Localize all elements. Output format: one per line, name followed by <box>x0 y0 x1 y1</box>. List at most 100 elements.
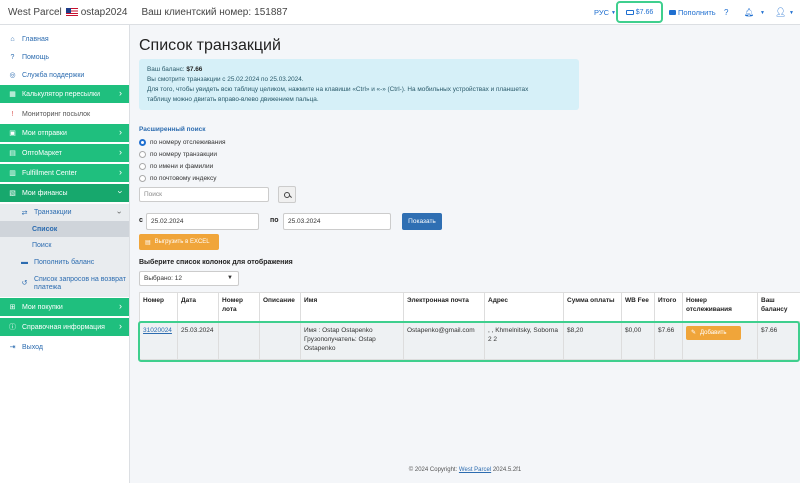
radio-unchecked-icon <box>139 163 146 170</box>
sidebar-item-logout[interactable]: ⇥ Выход <box>0 338 129 356</box>
help-link[interactable]: ? <box>724 0 728 25</box>
info-alert: Ваш баланс: $7.66 Вы смотрите транзакции… <box>139 59 579 110</box>
col-email[interactable]: Электронная почта <box>403 292 485 322</box>
cell-name: Имя : Ostap Ostapenko Грузополучатель: Os… <box>300 321 404 360</box>
advanced-search-title: Расширенный поиск <box>139 126 206 133</box>
alert-hint-2: таблицу можно двигать вправо-влево движе… <box>147 96 319 103</box>
cell-wb-fee: $0,00 <box>621 321 655 360</box>
to-label: по <box>270 217 279 224</box>
sidebar-item-monitoring[interactable]: ! Мониторинг посылок <box>0 105 129 123</box>
chevron-down-icon: ▼ <box>227 275 233 281</box>
from-label: с <box>139 217 143 224</box>
cell-email: Ostapenko@gmail.com <box>403 321 485 360</box>
user-icon[interactable]: 👤︎ <box>775 0 786 25</box>
add-tracking-button[interactable]: ✎ Добавить <box>686 326 741 340</box>
client-number: 151887 <box>254 6 288 18</box>
sidebar-item-list[interactable]: Список <box>0 221 129 237</box>
refund-icon: ↺ <box>21 280 28 287</box>
transaction-number-link[interactable]: 31020024 <box>143 327 172 334</box>
show-button[interactable]: Показать <box>402 213 442 230</box>
to-date-input[interactable]: 25.03.2024 <box>283 213 391 230</box>
col-total[interactable]: Итого <box>654 292 683 322</box>
info-icon: ⓘ <box>9 324 16 331</box>
sidebar-item-fulfillment[interactable]: ▥ Fulfillment Center › <box>0 164 129 183</box>
search-input[interactable]: Поиск <box>139 187 269 202</box>
user-menu-caret-icon[interactable]: ▼ <box>789 0 794 25</box>
cell-date: 25.03.2024 <box>177 321 219 360</box>
balance-badge[interactable]: $7.66 <box>616 1 663 23</box>
chevron-right-icon: › <box>119 321 122 331</box>
columns-select[interactable]: Выбрано: 12 ▼ <box>139 271 239 286</box>
page-title: Список транзакций <box>139 37 281 54</box>
cell-total: $7.66 <box>654 321 683 360</box>
sidebar-item-transactions[interactable]: ⇄ Транзакции › <box>0 204 129 221</box>
chevron-right-icon: › <box>119 167 122 177</box>
radio-name[interactable]: по имени и фамилии <box>139 163 213 170</box>
footer-link[interactable]: West Parcel <box>459 467 491 473</box>
columns-title: Выберите список колонок для отображения <box>139 259 293 266</box>
search-button[interactable] <box>278 186 296 203</box>
radio-checked-icon <box>139 139 146 146</box>
alert-period: Вы смотрите транзакции с 25.02.2024 по 2… <box>147 76 304 83</box>
cell-description <box>259 321 301 360</box>
file-excel-icon: ▤ <box>145 239 151 246</box>
sidebar-item-reference[interactable]: ⓘ Справочная информация › <box>0 318 129 337</box>
topup-link[interactable]: Пополнить <box>669 0 716 25</box>
client-number-label: Ваш клиентский номер: <box>141 6 252 18</box>
col-wb-fee[interactable]: WB Fee <box>621 292 655 322</box>
from-date-input[interactable]: 25.02.2024 <box>146 213 259 230</box>
col-tracking[interactable]: Номер отслеживания <box>682 292 758 322</box>
cart-icon: ⊞ <box>9 304 16 311</box>
chevron-down-icon[interactable]: ▼ <box>760 0 765 25</box>
main-content: Список транзакций Ваш баланс: $7.66 Вы с… <box>130 25 800 483</box>
col-amount[interactable]: Сумма оплаты <box>563 292 622 322</box>
sidebar-item-finances[interactable]: ▧ Мои финансы › <box>0 184 129 203</box>
col-date[interactable]: Дата <box>177 292 219 322</box>
sidebar-item-optomarket[interactable]: ▤ ОптоМаркет › <box>0 144 129 163</box>
col-balance[interactable]: Ваш балансу <box>757 292 800 322</box>
top-navbar: West Parcel ostap2024 Ваш клиентский ном… <box>0 0 800 25</box>
calculator-icon: ▦ <box>9 91 16 98</box>
col-description[interactable]: Описание <box>259 292 301 322</box>
card-icon <box>669 10 676 15</box>
cell-amount: $8,20 <box>563 321 622 360</box>
bell-icon[interactable]: 🔔︎ <box>744 0 754 25</box>
sidebar-item-calculator[interactable]: ▦ Калькулятор пересылки › <box>0 85 129 104</box>
exchange-icon: ⇄ <box>21 209 28 217</box>
radio-transaction[interactable]: по номеру транзакции <box>139 151 217 158</box>
col-name[interactable]: Имя <box>300 292 404 322</box>
chevron-right-icon: › <box>119 127 122 137</box>
cell-tracking: ✎ Добавить <box>682 321 758 360</box>
footer: © 2024 Copyright: West Parcel 2024.5.2f1 <box>408 467 522 473</box>
sidebar-item-home[interactable]: ⌂ Главная <box>0 30 129 48</box>
cell-address: , , Khmelnitsky, Soborna 2 2 <box>484 321 564 360</box>
money-icon: ▬ <box>21 258 28 266</box>
radio-tracking[interactable]: по номеру отслеживания <box>139 139 226 146</box>
table-row: 31020024 25.03.2024 Имя : Ostap Ostapenk… <box>139 321 800 360</box>
col-number[interactable]: Номер <box>139 292 178 322</box>
brand-name[interactable]: West Parcel <box>8 7 62 18</box>
sidebar-item-help[interactable]: ? Помощь <box>0 48 129 66</box>
sidebar-item-topup[interactable]: ▬ Пополнить баланс <box>0 253 129 271</box>
warehouse-icon: ▥ <box>9 170 16 177</box>
radio-zip[interactable]: по почтовому индексу <box>139 175 216 182</box>
language-dropdown[interactable]: РУС ▼ <box>594 0 616 25</box>
sidebar-item-search[interactable]: Поиск <box>0 237 129 253</box>
username: ostap2024 <box>80 6 128 18</box>
sidebar: ⌂ Главная ? Помощь ◎ Служба поддержки ▦ Каль… <box>0 25 130 483</box>
table-header: Номер Дата Номер лота Описание Имя Элект… <box>139 292 800 322</box>
chevron-right-icon: › <box>119 301 122 311</box>
alert-hint: Для того, чтобы увидеть всю таблицу цели… <box>147 86 529 93</box>
wallet-icon: ▧ <box>9 190 16 197</box>
sidebar-item-refunds[interactable]: ↺ Список запросов на возврат платежа <box>0 271 129 297</box>
export-excel-button[interactable]: ▤ Выгрузить в EXCEL <box>139 234 219 250</box>
transactions-table: Номер Дата Номер лота Описание Имя Элект… <box>139 292 800 360</box>
chevron-right-icon: › <box>119 147 122 157</box>
col-address[interactable]: Адрес <box>484 292 564 322</box>
col-lot[interactable]: Номер лота <box>218 292 260 322</box>
sidebar-item-support[interactable]: ◎ Служба поддержки <box>0 66 129 84</box>
sidebar-item-purchases[interactable]: ⊞ Мои покупки › <box>0 298 129 317</box>
radio-unchecked-icon <box>139 175 146 182</box>
alert-balance: $7.66 <box>186 66 203 73</box>
sidebar-item-shipments[interactable]: ▣ Мои отправки › <box>0 124 129 143</box>
